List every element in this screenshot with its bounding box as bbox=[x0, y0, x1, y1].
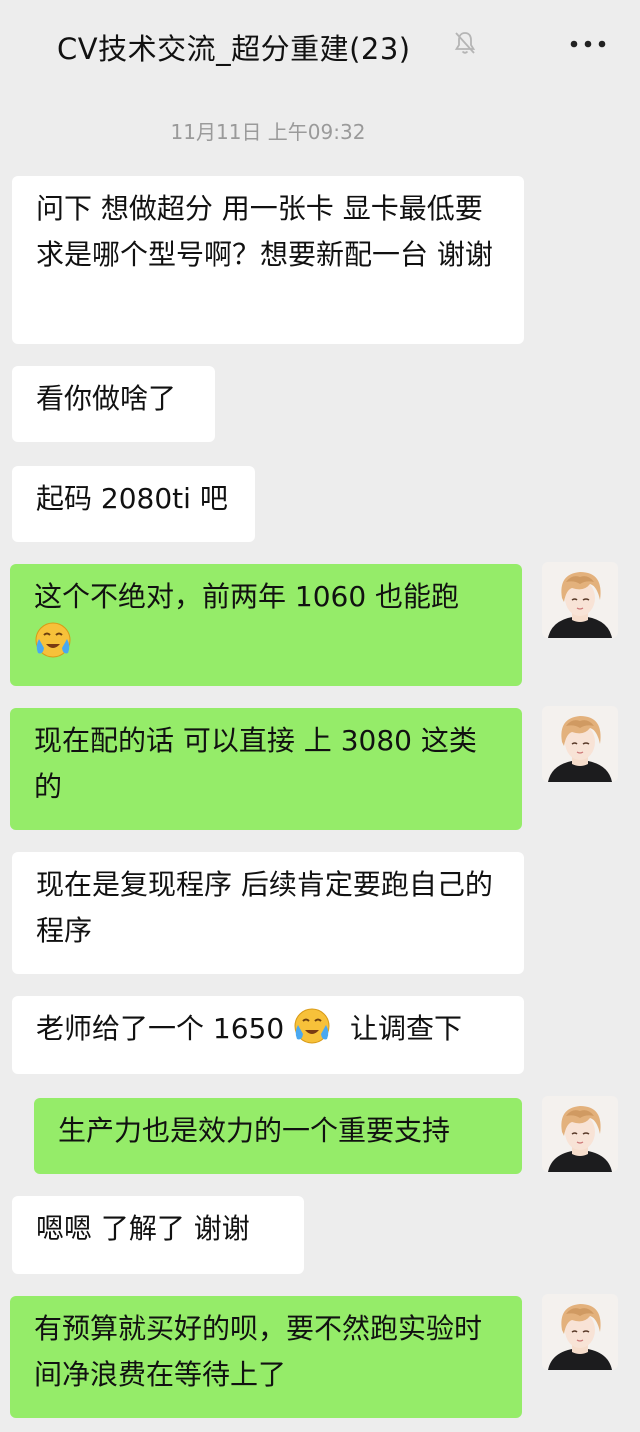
message-text: 起码 2080ti 吧 bbox=[36, 482, 228, 515]
message-text: 现在配的话 可以直接 上 3080 这类的 bbox=[34, 724, 477, 803]
bell-off-icon bbox=[454, 32, 476, 54]
chat-timestamp: 11月11日 上午09:32 bbox=[170, 120, 366, 144]
message-text: 让调查下 bbox=[349, 1012, 462, 1045]
message-text: 嗯嗯 了解了 谢谢 bbox=[36, 1212, 250, 1245]
message-bubble-incoming[interactable]: 起码 2080ti 吧 bbox=[12, 466, 255, 542]
message-bubble-incoming[interactable]: 老师给了一个 1650 让调查下 bbox=[12, 996, 524, 1074]
chat-title: CV技术交流_超分重建(23) bbox=[57, 32, 411, 66]
message-bubble-outgoing[interactable]: 生产力也是效力的一个重要支持 bbox=[34, 1098, 522, 1174]
message-text: 看你做啥了 bbox=[36, 382, 177, 415]
message-text: 生产力也是效力的一个重要支持 bbox=[58, 1114, 451, 1147]
message-bubble-incoming[interactable]: 现在是复现程序 后续肯定要跑自己的程序 bbox=[12, 852, 524, 974]
crying-laughing-emoji-icon bbox=[293, 1007, 331, 1045]
message-bubble-incoming[interactable]: 问下 想做超分 用一张卡 显卡最低要求是哪个型号啊？想要新配一台 谢谢 bbox=[12, 176, 524, 344]
user-avatar[interactable] bbox=[542, 1294, 618, 1370]
message-text: 这个不绝对，前两年 1060 也能跑 bbox=[34, 580, 460, 613]
message-text: 问下 想做超分 用一张卡 显卡最低要求是哪个型号啊？想要新配一台 谢谢 bbox=[36, 192, 493, 271]
message-bubble-outgoing[interactable]: 这个不绝对，前两年 1060 也能跑 bbox=[10, 564, 522, 686]
user-avatar[interactable] bbox=[542, 1096, 618, 1172]
crying-laughing-emoji-icon bbox=[34, 621, 72, 659]
message-bubble-outgoing[interactable]: 有预算就买好的呗，要不然跑实验时间净浪费在等待上了 bbox=[10, 1296, 522, 1418]
message-bubble-outgoing[interactable]: 现在配的话 可以直接 上 3080 这类的 bbox=[10, 708, 522, 830]
message-text: 有预算就买好的呗，要不然跑实验时间净浪费在等待上了 bbox=[34, 1312, 483, 1391]
user-avatar[interactable] bbox=[542, 706, 618, 782]
message-bubble-incoming[interactable]: 嗯嗯 了解了 谢谢 bbox=[12, 1196, 304, 1274]
message-bubble-incoming[interactable]: 看你做啥了 bbox=[12, 366, 215, 442]
user-avatar[interactable] bbox=[542, 562, 618, 638]
chat-header: CV技术交流_超分重建(23) bbox=[0, 0, 640, 86]
message-text: 现在是复现程序 后续肯定要跑自己的程序 bbox=[36, 868, 493, 947]
message-text: 老师给了一个 1650 bbox=[36, 1012, 285, 1045]
more-icon[interactable] bbox=[568, 34, 608, 54]
